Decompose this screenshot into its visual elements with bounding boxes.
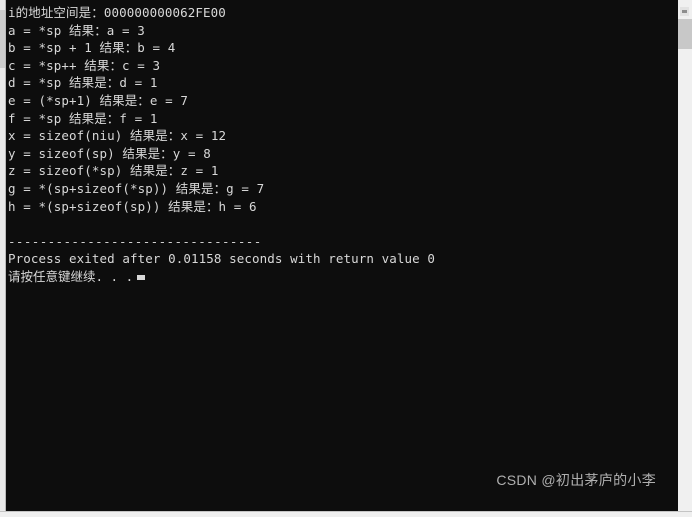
- window-bottom-border: [0, 511, 692, 517]
- terminal-text-block: i的地址空间是：000000000062FE00 a = *sp 结果：a = …: [8, 4, 678, 286]
- press-any-key-prompt: 请按任意键继续. . .: [8, 268, 678, 286]
- terminal-line: d = *sp 结果是：d = 1: [8, 75, 158, 91]
- right-scrollbar-thumb[interactable]: [678, 19, 692, 49]
- press-any-key-text: 请按任意键继续. . .: [8, 268, 134, 284]
- terminal-line: e = (*sp+1) 结果是：e = 7: [8, 92, 189, 108]
- terminal-line: g = *(sp+sizeof(*sp)) 结果是：g = 7: [8, 180, 265, 196]
- window-right-scrollbar[interactable]: [678, 0, 692, 512]
- terminal-line: i的地址空间是：000000000062FE00: [8, 5, 226, 20]
- terminal-line: c = *sp++ 结果：c = 3: [8, 57, 161, 73]
- terminal-line: y = sizeof(sp) 结果是：y = 8: [8, 145, 211, 161]
- terminal-line: f = *sp 结果是：f = 1: [8, 110, 158, 126]
- terminal-line: a = *sp 结果：a = 3: [8, 22, 145, 38]
- console-window: i的地址空间是：000000000062FE00 a = *sp 结果：a = …: [0, 0, 692, 517]
- terminal-separator: --------------------------------: [8, 233, 262, 249]
- csdn-watermark: CSDN @初出茅庐的小李: [496, 472, 656, 488]
- terminal-output-area[interactable]: i的地址空间是：000000000062FE00 a = *sp 结果：a = …: [6, 0, 678, 512]
- scrollbar-up-icon[interactable]: [680, 7, 689, 16]
- terminal-line: z = sizeof(*sp) 结果是：z = 1: [8, 163, 219, 179]
- process-exit-message: Process exited after 0.01158 seconds wit…: [8, 251, 436, 267]
- text-cursor: [137, 274, 146, 280]
- terminal-line: x = sizeof(niu) 结果是：x = 12: [8, 128, 227, 144]
- terminal-line: b = *sp + 1 结果：b = 4: [8, 40, 176, 56]
- terminal-line: h = *(sp+sizeof(sp)) 结果是：h = 6: [8, 198, 257, 214]
- left-scrollbar-thumb[interactable]: [0, 10, 5, 68]
